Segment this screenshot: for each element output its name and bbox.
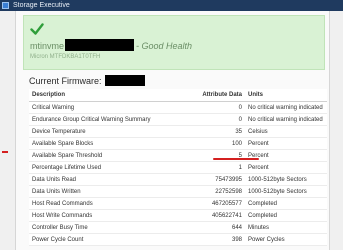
row-units: Minutes <box>245 221 327 234</box>
row-units: Completed <box>245 209 327 222</box>
row-description: Data Units Written <box>29 185 187 198</box>
row-attribute-data: 644 <box>187 221 245 234</box>
window-title: Storage Executive <box>13 2 70 9</box>
header-units[interactable]: Units <box>245 89 327 102</box>
drive-name-line: mtinvme - Good Health <box>30 39 192 51</box>
row-description: Power Cycle Count <box>29 233 187 246</box>
table-row[interactable]: Device Temperature 35 Celsius <box>29 125 327 138</box>
row-units: Celsius <box>245 125 327 138</box>
table-row[interactable]: Available Spare Threshold 5 Percent <box>29 149 327 162</box>
row-attribute-data: 398 <box>187 233 245 246</box>
row-description: Data Units Read <box>29 173 187 186</box>
table-row[interactable]: Critical Warning 0 No critical warning ind… <box>29 101 327 114</box>
row-description: Available Spare Blocks <box>29 137 187 150</box>
health-status: - Good Health <box>136 41 193 51</box>
row-attribute-data: 467205577 <box>187 197 245 210</box>
drive-name: mtinvme <box>30 41 65 51</box>
row-description: Available Spare Threshold <box>29 149 187 162</box>
smart-table: Description Attribute Data Units Critica… <box>29 89 327 246</box>
table-row[interactable]: Endurance Group Critical Warning Summary… <box>29 113 327 126</box>
row-description: Critical Warning <box>29 101 187 114</box>
row-units: Power Cycles <box>245 233 327 246</box>
row-units: Completed <box>245 197 327 210</box>
firmware-line: Current Firmware: <box>29 75 145 86</box>
checkmark-icon <box>30 23 44 35</box>
drive-model: Micron MTFDKBA1T0TFH <box>30 54 101 60</box>
row-description: Device Temperature <box>29 125 187 138</box>
row-attribute-data: 405622741 <box>187 209 245 222</box>
annotation-underline <box>213 158 259 160</box>
redacted-firmware <box>104 75 145 86</box>
header-attribute-data[interactable]: Attribute Data <box>187 89 245 102</box>
table-row[interactable]: Host Write Commands 405622741 Completed <box>29 209 327 222</box>
row-attribute-data: 0 <box>187 101 245 114</box>
header-description[interactable]: Description <box>29 89 187 102</box>
row-units: 1000-512byte Sectors <box>245 185 327 198</box>
app-icon <box>2 2 9 9</box>
main-window: mtinvme - Good Health Micron MTFDKBA1T0TF… <box>0 11 343 250</box>
table-header-row: Description Attribute Data Units <box>29 89 327 102</box>
row-attribute-data: 1 <box>187 161 245 174</box>
row-attribute-data: 35 <box>187 125 245 138</box>
row-attribute-data: 75473995 <box>187 173 245 186</box>
health-card: mtinvme - Good Health Micron MTFDKBA1T0TF… <box>23 15 325 70</box>
table-row[interactable]: Available Spare Blocks 100 Percent <box>29 137 327 150</box>
table-row[interactable]: Data Units Written 22752598 1000-512byte S… <box>29 185 327 198</box>
firmware-label: Current Firmware: <box>29 76 102 86</box>
table-row[interactable]: Controller Busy Time 644 Minutes <box>29 221 327 234</box>
row-attribute-data: 100 <box>187 137 245 150</box>
table-row[interactable]: Host Read Commands 467205577 Completed <box>29 197 327 210</box>
row-description: Endurance Group Critical Warning Summary <box>29 113 187 126</box>
table-row[interactable]: Percentage Lifetime Used 1 Percent <box>29 161 327 174</box>
row-description: Percentage Lifetime Used <box>29 161 187 174</box>
row-units: No critical warning indicated <box>245 101 327 114</box>
row-units: No critical warning indicated <box>245 113 327 126</box>
content-panel: mtinvme - Good Health Micron MTFDKBA1T0TF… <box>15 11 330 250</box>
redacted-serial <box>65 39 135 51</box>
row-description: Controller Busy Time <box>29 221 187 234</box>
row-units: Percent <box>245 137 327 150</box>
row-description: Host Write Commands <box>29 209 187 222</box>
table-row[interactable]: Power Cycle Count 398 Power Cycles <box>29 233 327 246</box>
row-attribute-data: 22752598 <box>187 185 245 198</box>
row-units: 1000-512byte Sectors <box>245 173 327 186</box>
annotation-marker <box>2 151 8 153</box>
table-row[interactable]: Data Units Read 75473995 1000-512byte Sect… <box>29 173 327 186</box>
row-description: Host Read Commands <box>29 197 187 210</box>
row-units: Percent <box>245 161 327 174</box>
row-attribute-data: 0 <box>187 113 245 126</box>
title-bar: Storage Executive <box>0 0 343 11</box>
